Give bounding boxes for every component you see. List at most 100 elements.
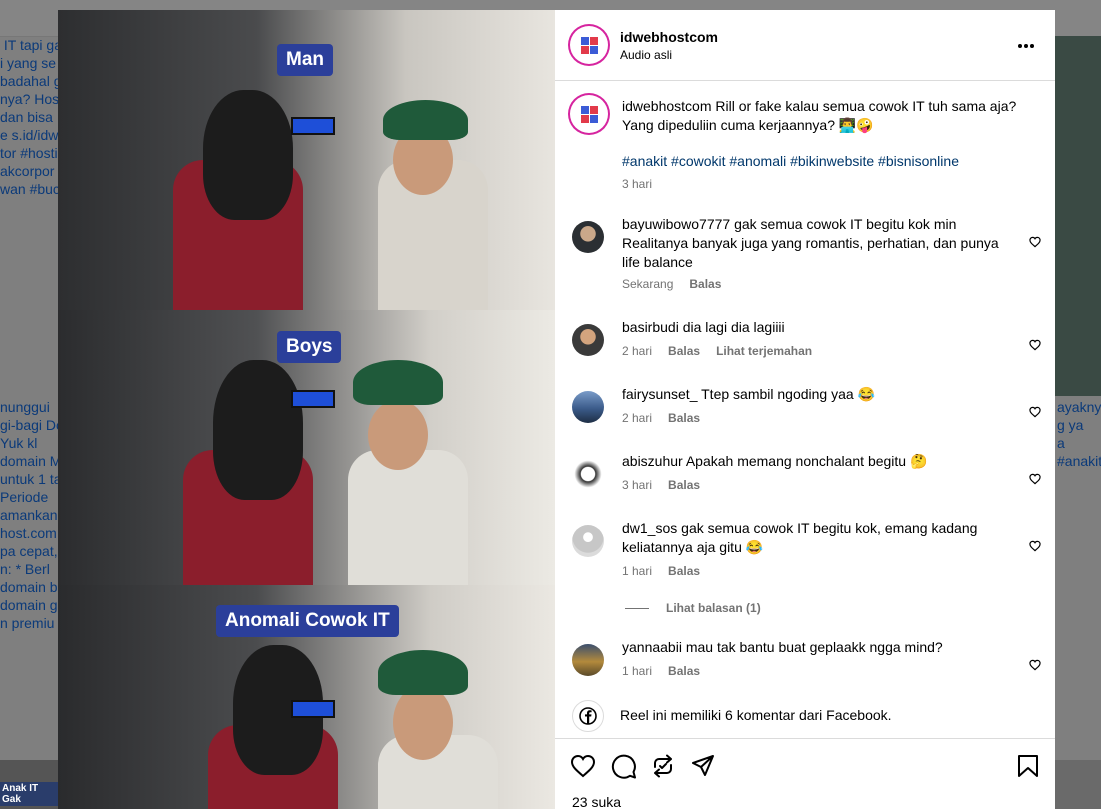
background-text-line: ayakny xyxy=(1057,399,1101,415)
profile-avatar[interactable] xyxy=(570,26,608,64)
audio-link[interactable]: Audio asli xyxy=(620,48,672,62)
header-username[interactable]: idwebhostcom xyxy=(620,29,718,45)
tv-screen xyxy=(291,700,335,718)
comment-like-icon[interactable] xyxy=(1029,235,1041,248)
comment-time: 1 hari xyxy=(622,564,653,578)
background-text-line: host.com xyxy=(0,525,57,541)
comment-meta: 3 hari Balas xyxy=(622,478,700,492)
background-text-line: e s.id/idw xyxy=(0,127,59,143)
video-frame-2: Boys xyxy=(58,310,555,585)
background-text-line: amankan xyxy=(0,507,58,523)
comment-username[interactable]: fairysunset_ xyxy=(622,386,701,402)
background-thumbnail xyxy=(1055,36,1101,396)
save-icon[interactable] xyxy=(1017,754,1039,783)
background-text-line: untuk 1 ta xyxy=(0,471,62,487)
replies-line xyxy=(625,608,649,609)
background-text-line: domain ba xyxy=(0,579,66,595)
reel-side-panel: idwebhostcom Audio asli idwebhostcom Ril… xyxy=(555,10,1055,809)
background-text-line: nya? Hos xyxy=(0,91,60,107)
tv-screen xyxy=(291,117,335,135)
reel-video[interactable]: Man Boys Anomali Cowok IT xyxy=(58,10,555,809)
background-text-line: nunggui xyxy=(0,399,50,415)
background-text-line: IT tapi ga xyxy=(0,37,63,53)
background-text-line: #anakit xyxy=(1057,453,1101,469)
background-text-line: n premiu xyxy=(0,615,55,631)
reply-button[interactable]: Balas xyxy=(668,664,700,678)
view-replies-link[interactable]: Lihat balasan (1) xyxy=(666,601,761,615)
background-text-line: akcorpor xyxy=(0,163,55,179)
translate-link[interactable]: Lihat terjemahan xyxy=(716,344,812,358)
background-text-line: Yuk kl xyxy=(0,435,38,451)
caption-text: idwebhostcom Rill or fake kalau semua co… xyxy=(622,97,1017,135)
comment-username[interactable]: yannaabii xyxy=(622,639,686,655)
video-label: Boys xyxy=(277,331,342,363)
background-text-line: badahal g xyxy=(0,73,62,89)
reel-header: idwebhostcom Audio asli xyxy=(555,10,1055,81)
reply-button[interactable]: Balas xyxy=(668,344,700,358)
caption-hashtags[interactable]: #anakit #cowokit #anomali #bikinwebsite … xyxy=(622,152,1017,171)
background-text-line: tor #hosti xyxy=(0,145,58,161)
comment-icon[interactable] xyxy=(611,754,637,784)
background-thumbnail: Anak IT Gak xyxy=(0,760,58,809)
video-label: Anomali Cowok IT xyxy=(216,605,399,637)
reply-button[interactable]: Balas xyxy=(689,277,721,291)
commenter-avatar[interactable] xyxy=(572,458,604,490)
comment-like-icon[interactable] xyxy=(1029,658,1041,671)
comment-meta: 1 hari Balas xyxy=(622,664,700,678)
repost-icon[interactable] xyxy=(651,754,675,783)
caption-username[interactable]: idwebhostcom xyxy=(622,98,712,114)
comment-time: 2 hari xyxy=(622,344,653,358)
reply-button[interactable]: Balas xyxy=(668,564,700,578)
comment-body: dia lagi dia lagiiii xyxy=(682,319,785,335)
comment-text: fairysunset_ Ttep sambil ngoding yaa 😂 xyxy=(622,385,1017,404)
reply-button[interactable]: Balas xyxy=(668,411,700,425)
comment-time: 1 hari xyxy=(622,664,653,678)
share-icon[interactable] xyxy=(691,754,715,783)
commenter-avatar[interactable] xyxy=(572,221,604,253)
background-text-line: Periode xyxy=(0,489,49,505)
caption-avatar[interactable] xyxy=(570,95,608,133)
comment-like-icon[interactable] xyxy=(1029,338,1041,351)
background-text-line: gi-bagi Do xyxy=(0,417,64,433)
comment-meta: 2 hari Balas xyxy=(622,411,700,425)
commenter-avatar[interactable] xyxy=(572,525,604,557)
comment-like-icon[interactable] xyxy=(1029,472,1041,485)
comment-meta: Sekarang Balas xyxy=(622,277,721,291)
more-options-icon[interactable] xyxy=(1017,32,1035,55)
action-bar xyxy=(555,738,1055,809)
background-text-line: domain M xyxy=(0,453,62,469)
like-count[interactable]: 23 suka xyxy=(572,794,621,809)
comment-meta: 2 hari Balas Lihat terjemahan xyxy=(622,344,812,358)
comment-text: dw1_sos gak semua cowok IT begitu kok, e… xyxy=(622,519,1017,557)
comment-text: abiszuhur Apakah memang nonchalant begit… xyxy=(622,452,1017,471)
comment-time: Sekarang xyxy=(622,277,674,291)
commenter-avatar[interactable] xyxy=(572,324,604,356)
commenter-avatar[interactable] xyxy=(572,644,604,676)
caption-time: 3 hari xyxy=(622,177,653,191)
comment-meta: 1 hari Balas xyxy=(622,564,700,578)
like-icon[interactable] xyxy=(570,754,596,783)
background-thumbnail xyxy=(1055,760,1101,809)
reply-button[interactable]: Balas xyxy=(668,478,700,492)
comment-text: yannaabii mau tak bantu buat geplaakk ng… xyxy=(622,638,1017,657)
video-frame-1: Man xyxy=(58,10,555,310)
background-text-line: pa cepat, xyxy=(0,543,58,559)
comment-like-icon[interactable] xyxy=(1029,405,1041,418)
comment-time: 2 hari xyxy=(622,411,653,425)
comment-username[interactable]: dw1_sos xyxy=(622,520,681,536)
comment-text: bayuwibowo7777 gak semua cowok IT begitu… xyxy=(622,215,1017,272)
comment-username[interactable]: basirbudi xyxy=(622,319,683,335)
tv-screen xyxy=(291,390,335,408)
comment-username[interactable]: bayuwibowo7777 xyxy=(622,216,734,232)
comment-time: 3 hari xyxy=(622,478,653,492)
facebook-icon xyxy=(572,700,604,732)
reel-modal: Man Boys Anomali Cowok IT idwebhostcom A… xyxy=(58,10,1055,809)
comment-body: Apakah memang nonchalant begitu 🤔 xyxy=(685,453,928,469)
commenter-avatar[interactable] xyxy=(572,391,604,423)
comment-like-icon[interactable] xyxy=(1029,539,1041,552)
comment-body: mau tak bantu buat geplaakk ngga mind? xyxy=(685,639,943,655)
comment-username[interactable]: abiszuhur xyxy=(622,453,686,469)
background-text-line: i yang se xyxy=(0,55,57,71)
background-text-line: dan bisa xyxy=(0,109,53,125)
facebook-note: Reel ini memiliki 6 komentar dari Facebo… xyxy=(620,707,892,723)
